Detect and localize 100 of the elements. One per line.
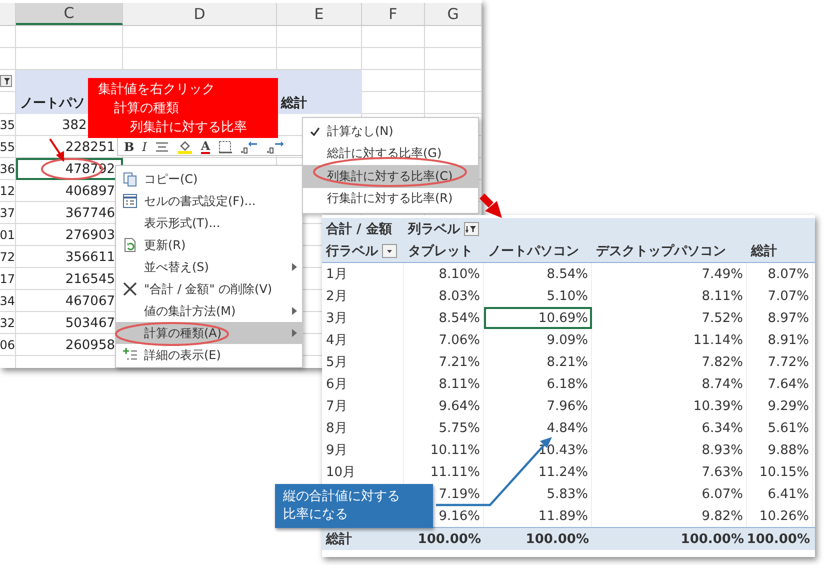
table-cell: 6.41%	[747, 483, 813, 505]
table-cell: 8.11%	[592, 285, 747, 307]
menu-item[interactable]: コピー(C)	[116, 168, 302, 190]
column-header[interactable]: タブレット	[404, 240, 484, 262]
table-cell: 8.10%	[404, 263, 484, 285]
table-cell-text: 100.00%	[680, 530, 745, 548]
table-cell: 8.11%	[404, 373, 484, 395]
table-cell: 9.88%	[747, 439, 813, 461]
table-cell: 9.64%	[404, 395, 484, 417]
pivot-title: 合計 / 金額	[326, 220, 392, 238]
column-header[interactable]: D	[123, 3, 277, 25]
menu-item[interactable]: 値の集計方法(M)	[116, 300, 302, 322]
table-cell: 6.07%	[592, 483, 747, 505]
column-header[interactable]: C	[16, 3, 123, 25]
table-cell-text: 34	[0, 293, 15, 310]
borders-icon[interactable]	[218, 140, 232, 154]
table-cell-text: 503467	[65, 314, 115, 332]
column-label: ノートパソ	[20, 95, 85, 113]
column-header[interactable]: F	[362, 3, 425, 25]
pointer-arrow	[49, 138, 64, 162]
table-cell: 11.24%	[484, 461, 592, 483]
delete-icon	[122, 281, 138, 297]
table-cell-text: 382	[62, 116, 87, 134]
menu-item[interactable]: "合計 / 金額" の削除(V)	[116, 278, 302, 300]
copy-icon	[122, 171, 138, 187]
table-cell: 5.83%	[484, 483, 592, 505]
table-cell-text: 35	[0, 117, 15, 134]
table-cell-text: 100.00%	[524, 530, 590, 548]
table-cell: 7.49%	[592, 263, 747, 285]
filter-icon	[0, 75, 12, 87]
menu-item[interactable]: セルの書式設定(F)...	[116, 190, 302, 212]
row-header: 1月	[322, 263, 404, 285]
table-cell: 8.03%	[404, 285, 484, 307]
row-header: 8月	[322, 417, 404, 439]
table-cell: 9.09%	[484, 329, 592, 351]
table-cell-text: 32	[0, 315, 15, 332]
table-cell-text: 216545	[65, 270, 115, 288]
table-cell-text: 36	[0, 161, 15, 178]
menu-item[interactable]: 計算の種類(A)	[116, 322, 302, 344]
format-cells-icon	[122, 193, 138, 209]
pointer-arrow	[480, 194, 502, 218]
table-cell: 5.10%	[484, 285, 592, 307]
row-header: 7月	[322, 395, 404, 417]
table-cell: 8.21%	[484, 351, 592, 373]
row-header: 9月	[322, 439, 404, 461]
table-cell-text: 72	[0, 249, 15, 266]
align-icon[interactable]	[154, 140, 169, 152]
row-header: 10月	[322, 461, 404, 483]
column-header[interactable]: G	[425, 3, 482, 25]
column-header[interactable]: 総計	[747, 240, 813, 262]
table-cell-text: 12	[0, 183, 15, 200]
menu-item[interactable]: 更新(R)	[116, 234, 302, 256]
menu-item[interactable]: 表示形式(T)...	[116, 212, 302, 234]
menu-item[interactable]: 詳細の表示(E)	[116, 344, 302, 366]
table-cell-text: 100.00%	[747, 530, 811, 548]
table-cell: 8.93%	[592, 439, 747, 461]
callout-text: 計算の種類	[113, 100, 180, 118]
table-cell: 8.54%	[404, 307, 484, 329]
refresh-icon	[122, 237, 138, 253]
decimal-decrease-icon[interactable]	[266, 140, 284, 154]
menu-item[interactable]: 並べ替え(S)	[116, 256, 302, 278]
table-cell-text: 356611	[65, 248, 115, 266]
table-cell: 7.72%	[747, 351, 813, 373]
table-cell: 8.91%	[747, 329, 813, 351]
table-cell-text: 100.00%	[416, 530, 482, 548]
column-header[interactable]: デスクトップパソコン	[592, 240, 747, 262]
decimal-increase-icon[interactable]	[240, 140, 258, 154]
row-header: 6月	[322, 373, 404, 395]
table-cell: 8.74%	[592, 373, 747, 395]
column-header[interactable]: ノートパソコン	[484, 240, 592, 262]
table-cell-text: 276903	[65, 226, 115, 244]
table-cell-text: 367746	[65, 204, 115, 222]
bold-button[interactable]: B	[124, 140, 134, 154]
table-cell: 11.14%	[592, 329, 747, 351]
row-header: 3月	[322, 307, 404, 329]
fill-color-icon[interactable]	[176, 139, 193, 154]
menu-item[interactable]: 計算なし(N)	[303, 120, 478, 142]
menu-item[interactable]: 行集計に対する比率(R)	[303, 188, 478, 210]
dropdown-button[interactable]	[382, 244, 397, 258]
table-cell: 10.11%	[404, 439, 484, 461]
table-cell: 7.06%	[404, 329, 484, 351]
filter-button[interactable]	[464, 222, 479, 236]
row-label: 行ラベル	[326, 243, 378, 260]
column-header[interactable]: E	[277, 3, 362, 25]
table-cell: 7.07%	[747, 285, 813, 307]
column-label: 総計	[281, 94, 307, 113]
table-cell: 8.07%	[747, 263, 813, 285]
table-cell-text: 260958	[65, 336, 115, 354]
row-header: 2月	[322, 285, 404, 307]
table-cell: 5.61%	[747, 417, 813, 439]
italic-button[interactable]: I	[142, 140, 147, 154]
table-cell: 8.97%	[747, 307, 813, 329]
table-cell: 7.96%	[484, 395, 592, 417]
callout-text: 集計値を右クリック	[98, 81, 216, 99]
callout-text: 列集計に対する比率	[129, 119, 248, 137]
table-cell: 9.29%	[747, 395, 813, 417]
table-cell-text: 06	[0, 337, 15, 354]
table-cell: 8.54%	[484, 263, 592, 285]
table-cell: 5.75%	[404, 417, 484, 439]
row-header: 総計	[324, 530, 353, 549]
